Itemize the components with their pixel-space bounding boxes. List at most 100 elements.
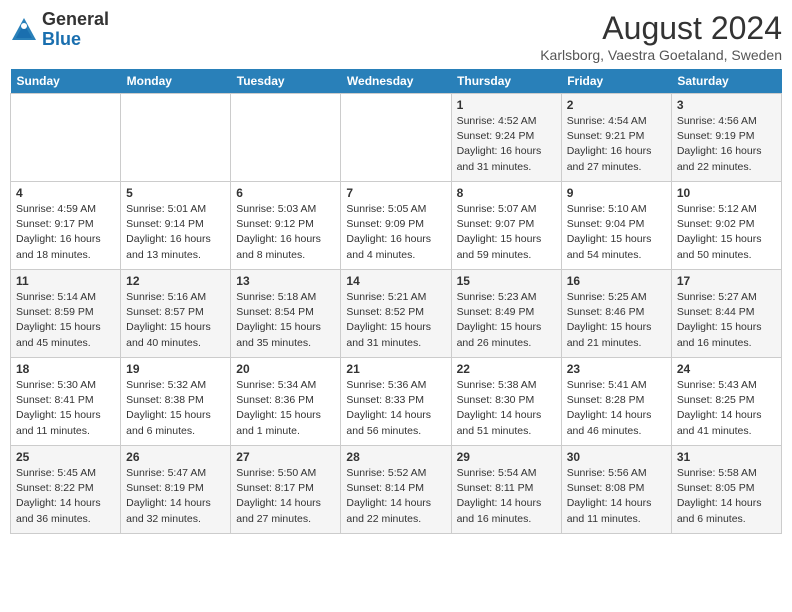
calendar-cell: 12 Sunrise: 5:16 AM Sunset: 8:57 PM Dayli… — [121, 270, 231, 358]
day-info: Sunrise: 5:56 AM Sunset: 8:08 PM Dayligh… — [567, 466, 666, 527]
day-info: Sunrise: 5:32 AM Sunset: 8:38 PM Dayligh… — [126, 378, 225, 439]
day-info: Sunrise: 5:34 AM Sunset: 8:36 PM Dayligh… — [236, 378, 335, 439]
day-number: 17 — [677, 274, 776, 288]
day-info: Sunrise: 5:21 AM Sunset: 8:52 PM Dayligh… — [346, 290, 445, 351]
calendar-cell: 9Sunrise: 5:10 AM Sunset: 9:04 PM Daylig… — [561, 182, 671, 270]
calendar-week-1: 1 Sunrise: 4:52 AM Sunset: 9:24 PM Daylig… — [11, 94, 782, 182]
calendar-cell — [11, 94, 121, 182]
day-info: Sunrise: 5:03 AM Sunset: 9:12 PM Dayligh… — [236, 202, 335, 263]
calendar-cell: 15 Sunrise: 5:23 AM Sunset: 8:49 PM Dayli… — [451, 270, 561, 358]
day-number: 4 — [16, 186, 115, 200]
day-number: 26 — [126, 450, 225, 464]
day-info: Sunrise: 5:16 AM Sunset: 8:57 PM Dayligh… — [126, 290, 225, 351]
calendar-cell: 20 Sunrise: 5:34 AM Sunset: 8:36 PM Dayli… — [231, 358, 341, 446]
day-info: Sunrise: 4:59 AM Sunset: 9:17 PM Dayligh… — [16, 202, 115, 263]
day-number: 28 — [346, 450, 445, 464]
day-number: 31 — [677, 450, 776, 464]
calendar-cell: 29 Sunrise: 5:54 AM Sunset: 8:11 PM Dayli… — [451, 446, 561, 534]
title-block: August 2024 Karlsborg, Vaestra Goetaland… — [540, 10, 782, 63]
logo-general-text: General — [42, 9, 109, 29]
calendar-cell: 27Sunrise: 5:50 AM Sunset: 8:17 PM Dayli… — [231, 446, 341, 534]
calendar-cell: 1 Sunrise: 4:52 AM Sunset: 9:24 PM Daylig… — [451, 94, 561, 182]
days-header-row: SundayMondayTuesdayWednesdayThursdayFrid… — [11, 69, 782, 94]
day-number: 3 — [677, 98, 776, 112]
calendar-week-4: 18 Sunrise: 5:30 AM Sunset: 8:41 PM Dayli… — [11, 358, 782, 446]
day-number: 22 — [457, 362, 556, 376]
calendar-cell — [121, 94, 231, 182]
calendar-cell: 30 Sunrise: 5:56 AM Sunset: 8:08 PM Dayli… — [561, 446, 671, 534]
day-info: Sunrise: 4:54 AM Sunset: 9:21 PM Dayligh… — [567, 114, 666, 175]
calendar-cell — [341, 94, 451, 182]
day-number: 12 — [126, 274, 225, 288]
logo-icon — [10, 16, 38, 44]
day-number: 29 — [457, 450, 556, 464]
day-info: Sunrise: 5:18 AM Sunset: 8:54 PM Dayligh… — [236, 290, 335, 351]
month-year-title: August 2024 — [540, 10, 782, 47]
location-subtitle: Karlsborg, Vaestra Goetaland, Sweden — [540, 47, 782, 63]
day-info: Sunrise: 5:50 AM Sunset: 8:17 PM Dayligh… — [236, 466, 335, 527]
day-number: 20 — [236, 362, 335, 376]
day-info: Sunrise: 5:30 AM Sunset: 8:41 PM Dayligh… — [16, 378, 115, 439]
day-number: 21 — [346, 362, 445, 376]
calendar-week-2: 4 Sunrise: 4:59 AM Sunset: 9:17 PM Daylig… — [11, 182, 782, 270]
day-info: Sunrise: 5:01 AM Sunset: 9:14 PM Dayligh… — [126, 202, 225, 263]
calendar-cell: 8 Sunrise: 5:07 AM Sunset: 9:07 PM Daylig… — [451, 182, 561, 270]
day-info: Sunrise: 5:25 AM Sunset: 8:46 PM Dayligh… — [567, 290, 666, 351]
day-number: 30 — [567, 450, 666, 464]
day-number: 1 — [457, 98, 556, 112]
calendar-cell: 6 Sunrise: 5:03 AM Sunset: 9:12 PM Daylig… — [231, 182, 341, 270]
day-info: Sunrise: 5:07 AM Sunset: 9:07 PM Dayligh… — [457, 202, 556, 263]
day-info: Sunrise: 5:43 AM Sunset: 8:25 PM Dayligh… — [677, 378, 776, 439]
day-info: Sunrise: 5:38 AM Sunset: 8:30 PM Dayligh… — [457, 378, 556, 439]
day-number: 2 — [567, 98, 666, 112]
calendar-cell: 28Sunrise: 5:52 AM Sunset: 8:14 PM Dayli… — [341, 446, 451, 534]
calendar-cell: 4 Sunrise: 4:59 AM Sunset: 9:17 PM Daylig… — [11, 182, 121, 270]
calendar-cell: 17 Sunrise: 5:27 AM Sunset: 8:44 PM Dayli… — [671, 270, 781, 358]
calendar-cell: 7 Sunrise: 5:05 AM Sunset: 9:09 PM Daylig… — [341, 182, 451, 270]
calendar-cell: 26 Sunrise: 5:47 AM Sunset: 8:19 PM Dayli… — [121, 446, 231, 534]
day-header-monday: Monday — [121, 69, 231, 94]
day-number: 19 — [126, 362, 225, 376]
day-info: Sunrise: 5:10 AM Sunset: 9:04 PM Dayligh… — [567, 202, 666, 263]
calendar-week-5: 25Sunrise: 5:45 AM Sunset: 8:22 PM Dayli… — [11, 446, 782, 534]
calendar-cell: 3 Sunrise: 4:56 AM Sunset: 9:19 PM Daylig… — [671, 94, 781, 182]
day-info: Sunrise: 5:27 AM Sunset: 8:44 PM Dayligh… — [677, 290, 776, 351]
calendar-cell: 14Sunrise: 5:21 AM Sunset: 8:52 PM Dayli… — [341, 270, 451, 358]
day-number: 18 — [16, 362, 115, 376]
day-number: 6 — [236, 186, 335, 200]
day-number: 7 — [346, 186, 445, 200]
logo: General Blue — [10, 10, 109, 50]
day-info: Sunrise: 5:36 AM Sunset: 8:33 PM Dayligh… — [346, 378, 445, 439]
day-info: Sunrise: 5:05 AM Sunset: 9:09 PM Dayligh… — [346, 202, 445, 263]
day-number: 13 — [236, 274, 335, 288]
calendar-cell: 16 Sunrise: 5:25 AM Sunset: 8:46 PM Dayli… — [561, 270, 671, 358]
day-info: Sunrise: 5:12 AM Sunset: 9:02 PM Dayligh… — [677, 202, 776, 263]
day-info: Sunrise: 4:52 AM Sunset: 9:24 PM Dayligh… — [457, 114, 556, 175]
calendar-cell: 19 Sunrise: 5:32 AM Sunset: 8:38 PM Dayli… — [121, 358, 231, 446]
day-number: 5 — [126, 186, 225, 200]
day-info: Sunrise: 5:45 AM Sunset: 8:22 PM Dayligh… — [16, 466, 115, 527]
day-number: 16 — [567, 274, 666, 288]
day-info: Sunrise: 4:56 AM Sunset: 9:19 PM Dayligh… — [677, 114, 776, 175]
day-number: 11 — [16, 274, 115, 288]
day-info: Sunrise: 5:47 AM Sunset: 8:19 PM Dayligh… — [126, 466, 225, 527]
calendar-cell — [231, 94, 341, 182]
calendar-cell: 2 Sunrise: 4:54 AM Sunset: 9:21 PM Daylig… — [561, 94, 671, 182]
calendar-cell: 22 Sunrise: 5:38 AM Sunset: 8:30 PM Dayli… — [451, 358, 561, 446]
day-number: 24 — [677, 362, 776, 376]
day-header-saturday: Saturday — [671, 69, 781, 94]
calendar-week-3: 11 Sunrise: 5:14 AM Sunset: 8:59 PM Dayli… — [11, 270, 782, 358]
calendar-table: SundayMondayTuesdayWednesdayThursdayFrid… — [10, 69, 782, 534]
day-number: 23 — [567, 362, 666, 376]
day-number: 15 — [457, 274, 556, 288]
calendar-cell: 5 Sunrise: 5:01 AM Sunset: 9:14 PM Daylig… — [121, 182, 231, 270]
day-header-wednesday: Wednesday — [341, 69, 451, 94]
page-header: General Blue August 2024 Karlsborg, Vaes… — [10, 10, 782, 63]
calendar-cell: 21 Sunrise: 5:36 AM Sunset: 8:33 PM Dayli… — [341, 358, 451, 446]
day-number: 8 — [457, 186, 556, 200]
day-info: Sunrise: 5:14 AM Sunset: 8:59 PM Dayligh… — [16, 290, 115, 351]
calendar-cell: 10Sunrise: 5:12 AM Sunset: 9:02 PM Dayli… — [671, 182, 781, 270]
calendar-cell: 25Sunrise: 5:45 AM Sunset: 8:22 PM Dayli… — [11, 446, 121, 534]
day-info: Sunrise: 5:23 AM Sunset: 8:49 PM Dayligh… — [457, 290, 556, 351]
day-info: Sunrise: 5:54 AM Sunset: 8:11 PM Dayligh… — [457, 466, 556, 527]
